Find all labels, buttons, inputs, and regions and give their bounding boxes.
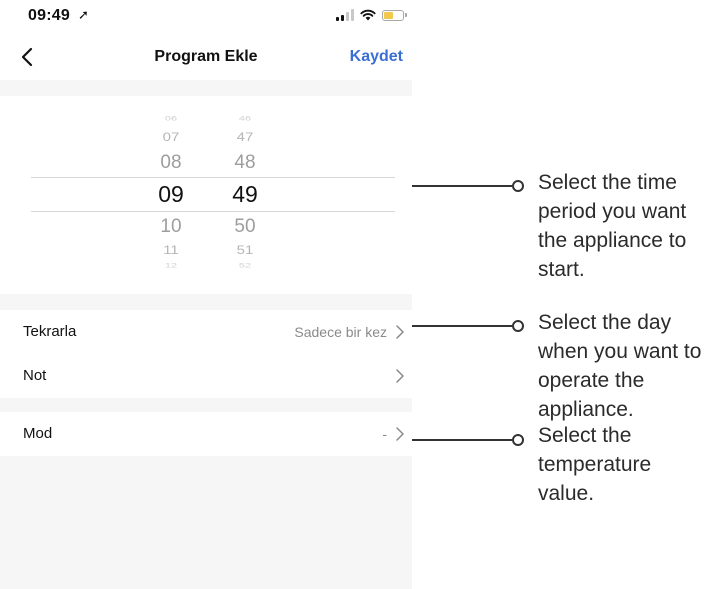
repeat-row[interactable]: Tekrarla Sadece bir kez bbox=[0, 310, 412, 354]
minute-option[interactable]: 47 bbox=[215, 131, 275, 145]
mode-value: - bbox=[382, 426, 387, 442]
callout-temperature-note: Select the temperature value. bbox=[538, 424, 652, 505]
repeat-label: Tekrarla bbox=[23, 323, 77, 340]
section-divider bbox=[0, 294, 412, 310]
hour-option[interactable]: 06 bbox=[141, 116, 201, 123]
minute-option[interactable]: 52 bbox=[215, 263, 275, 270]
mode-label: Mod bbox=[23, 425, 53, 442]
minute-option[interactable]: 46 bbox=[215, 116, 275, 123]
battery-icon bbox=[382, 9, 407, 21]
chevron-right-icon bbox=[396, 427, 404, 441]
wifi-icon bbox=[360, 9, 376, 21]
chevron-right-icon bbox=[396, 369, 404, 383]
callout-time-note: Select the time period you want the appl… bbox=[538, 171, 687, 281]
minute-option[interactable]: 48 bbox=[215, 152, 275, 174]
note-row[interactable]: Not bbox=[0, 354, 412, 398]
status-time: 09:49 bbox=[28, 7, 70, 24]
status-bar: 09:49 ➚ bbox=[0, 0, 412, 34]
empty-area bbox=[0, 456, 412, 589]
callout-connector-day bbox=[412, 320, 524, 332]
hour-option[interactable]: 10 bbox=[141, 216, 201, 238]
mode-row[interactable]: Mod - bbox=[0, 412, 412, 456]
hour-option[interactable]: 11 bbox=[141, 244, 201, 258]
hour-option[interactable]: 12 bbox=[141, 263, 201, 270]
hour-option[interactable]: 08 bbox=[141, 152, 201, 174]
time-picker[interactable]: 06 07 08 09 10 11 12 46 47 48 49 50 51 5… bbox=[0, 96, 412, 294]
minute-option[interactable]: 51 bbox=[215, 244, 275, 258]
section-divider bbox=[0, 398, 412, 412]
status-icons bbox=[336, 9, 407, 21]
callout-connector-time bbox=[412, 180, 524, 192]
save-button[interactable]: Kaydet bbox=[350, 48, 403, 66]
navigation-bar: Program Ekle Kaydet bbox=[0, 34, 412, 80]
callout-day-note: Select the day when you want to operate … bbox=[538, 311, 702, 421]
location-arrow-icon: ➚ bbox=[78, 7, 89, 22]
phone-screen: 09:49 ➚ Program Ekle Kaydet 06 07 08 09 … bbox=[0, 0, 412, 589]
hour-selected[interactable]: 09 bbox=[141, 181, 201, 208]
repeat-value: Sadece bir kez bbox=[294, 324, 387, 340]
callout-connector-temperature bbox=[412, 434, 524, 446]
note-label: Not bbox=[23, 367, 47, 384]
section-divider bbox=[0, 80, 412, 96]
cellular-signal-icon bbox=[336, 9, 354, 21]
hour-option[interactable]: 07 bbox=[141, 131, 201, 145]
minute-option[interactable]: 50 bbox=[215, 216, 275, 238]
minute-selected[interactable]: 49 bbox=[215, 181, 275, 208]
picker-selection-top-line bbox=[31, 177, 395, 178]
chevron-right-icon bbox=[396, 325, 404, 339]
picker-selection-bottom-line bbox=[31, 211, 395, 212]
